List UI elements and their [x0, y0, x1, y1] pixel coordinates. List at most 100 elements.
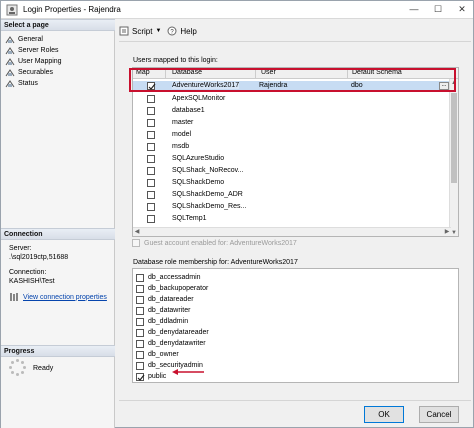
role-checkbox[interactable] — [136, 350, 144, 359]
table-row[interactable]: SQLShackDemo — [133, 178, 451, 189]
page-item-server-roles[interactable]: Server Roles — [5, 45, 62, 56]
role-name: db_accessadmin — [148, 274, 201, 281]
page-item-user-mapping[interactable]: User Mapping — [5, 56, 62, 67]
page-item-status[interactable]: Status — [5, 78, 62, 89]
table-row[interactable]: SQLTemp1 — [133, 214, 451, 225]
database-cell[interactable]: SQLTemp1 — [172, 215, 207, 222]
list-item[interactable]: db_datawriter — [136, 305, 190, 316]
page-icon — [5, 57, 15, 65]
database-cell[interactable]: SQLShackDemo — [172, 179, 224, 186]
database-cell[interactable]: model — [172, 131, 191, 138]
help-icon: ? — [167, 26, 177, 36]
cancel-button[interactable]: Cancel — [419, 406, 459, 423]
server-value: .\sql2019ctp,51688 — [9, 254, 69, 261]
role-checkbox[interactable] — [136, 361, 144, 370]
connection-properties-icon — [10, 293, 18, 301]
table-row[interactable]: database1 — [133, 106, 451, 117]
page-list: General Server Roles User Mapping Secura… — [5, 34, 62, 89]
role-checkbox[interactable] — [136, 339, 144, 348]
role-checkbox[interactable] — [136, 328, 144, 337]
role-checkbox[interactable] — [136, 372, 145, 381]
minimize-button[interactable]: — — [403, 1, 425, 18]
map-checkbox[interactable] — [147, 95, 155, 103]
connection-header: Connection — [1, 228, 115, 240]
role-name: public — [148, 373, 167, 380]
table-row[interactable]: msdb — [133, 142, 451, 153]
page-label: Status — [18, 80, 38, 87]
scroll-left-icon[interactable]: ◀ — [133, 228, 141, 236]
map-checkbox[interactable] — [147, 203, 155, 211]
database-cell[interactable]: database1 — [172, 107, 205, 114]
connection-label: Connection: — [9, 269, 47, 276]
role-checkbox[interactable] — [136, 284, 144, 293]
role-checkbox[interactable] — [136, 306, 144, 315]
horizontal-scrollbar[interactable]: ◀ ▶ — [133, 227, 451, 236]
scroll-down-icon[interactable]: ▼ — [450, 229, 458, 236]
map-checkbox[interactable] — [147, 215, 155, 223]
map-checkbox[interactable] — [147, 119, 155, 127]
map-checkbox[interactable] — [147, 143, 155, 151]
users-mapped-grid[interactable]: Map Database User Default Schema Adventu… — [132, 67, 459, 237]
page-label: Server Roles — [18, 47, 59, 54]
list-item[interactable]: db_denydatareader — [136, 327, 209, 338]
maximize-button[interactable]: ☐ — [427, 1, 449, 18]
database-cell[interactable]: SQLAzureStudio — [172, 155, 224, 162]
map-checkbox[interactable] — [147, 191, 155, 199]
script-button[interactable]: Script ▼ — [119, 26, 161, 36]
database-cell[interactable]: master — [172, 119, 193, 126]
table-row[interactable]: SQLShack_NoRecov... — [133, 166, 451, 177]
database-cell[interactable]: ApexSQLMonitor — [172, 95, 225, 102]
page-item-general[interactable]: General — [5, 34, 62, 45]
database-cell[interactable]: SQLShack_NoRecov... — [172, 167, 243, 174]
left-panel: Select a page General Server Roles User … — [1, 19, 115, 428]
scroll-thumb[interactable] — [451, 93, 457, 183]
map-checkbox[interactable] — [147, 107, 155, 115]
view-connection-properties-link[interactable]: View connection properties — [23, 293, 107, 302]
script-label: Script — [132, 26, 153, 36]
chevron-down-icon[interactable]: ▼ — [155, 28, 161, 34]
map-checkbox[interactable] — [147, 131, 155, 139]
role-checkbox[interactable] — [136, 273, 144, 282]
database-cell[interactable]: SQLShackDemo_Res... — [172, 203, 246, 210]
view-connection-row: View connection properties — [9, 292, 107, 302]
help-label: Help — [180, 26, 197, 36]
table-row[interactable]: SQLShackDemo_ADR — [133, 190, 451, 201]
list-item[interactable]: db_denydatawriter — [136, 338, 206, 349]
ok-button[interactable]: OK — [364, 406, 404, 423]
list-item[interactable]: public — [136, 371, 166, 382]
list-item[interactable]: db_owner — [136, 349, 179, 360]
role-membership-list[interactable]: db_accessadmin db_backupoperator db_data… — [132, 268, 459, 383]
map-checkbox[interactable] — [147, 155, 155, 163]
list-item[interactable]: db_datareader — [136, 294, 194, 305]
database-cell[interactable]: msdb — [172, 143, 189, 150]
role-checkbox[interactable] — [136, 295, 144, 304]
window-title: Login Properties - Rajendra — [23, 5, 121, 14]
scroll-right-icon[interactable]: ▶ — [443, 228, 451, 236]
list-item[interactable]: db_backupoperator — [136, 283, 208, 294]
table-row[interactable]: SQLShackDemo_Res... — [133, 202, 451, 213]
help-button[interactable]: ? Help — [167, 26, 197, 36]
page-icon — [5, 35, 15, 43]
red-arrow-icon — [172, 369, 204, 375]
role-checkbox[interactable] — [136, 317, 144, 326]
vertical-scrollbar[interactable]: ▲ ▼ — [449, 79, 458, 236]
table-row[interactable]: master — [133, 118, 451, 129]
script-icon — [119, 26, 129, 36]
role-name: db_denydatawriter — [148, 340, 206, 347]
table-row[interactable]: SQLAzureStudio — [133, 154, 451, 165]
database-cell[interactable]: SQLShackDemo_ADR — [172, 191, 243, 198]
page-icon — [5, 68, 15, 76]
progress-status-text: Ready — [33, 364, 54, 372]
guest-checkbox — [132, 239, 140, 247]
checkmark-icon — [137, 374, 145, 381]
page-item-securables[interactable]: Securables — [5, 67, 62, 78]
server-label: Server: — [9, 245, 32, 252]
close-button[interactable]: ✕ — [451, 1, 473, 18]
list-item[interactable]: db_ddladmin — [136, 316, 188, 327]
table-row[interactable]: model — [133, 130, 451, 141]
title-bar[interactable]: Login Properties - Rajendra — ☐ ✕ — [1, 1, 473, 19]
map-checkbox[interactable] — [147, 167, 155, 175]
table-row[interactable]: ApexSQLMonitor — [133, 94, 451, 105]
list-item[interactable]: db_accessadmin — [136, 272, 201, 283]
map-checkbox[interactable] — [147, 179, 155, 187]
